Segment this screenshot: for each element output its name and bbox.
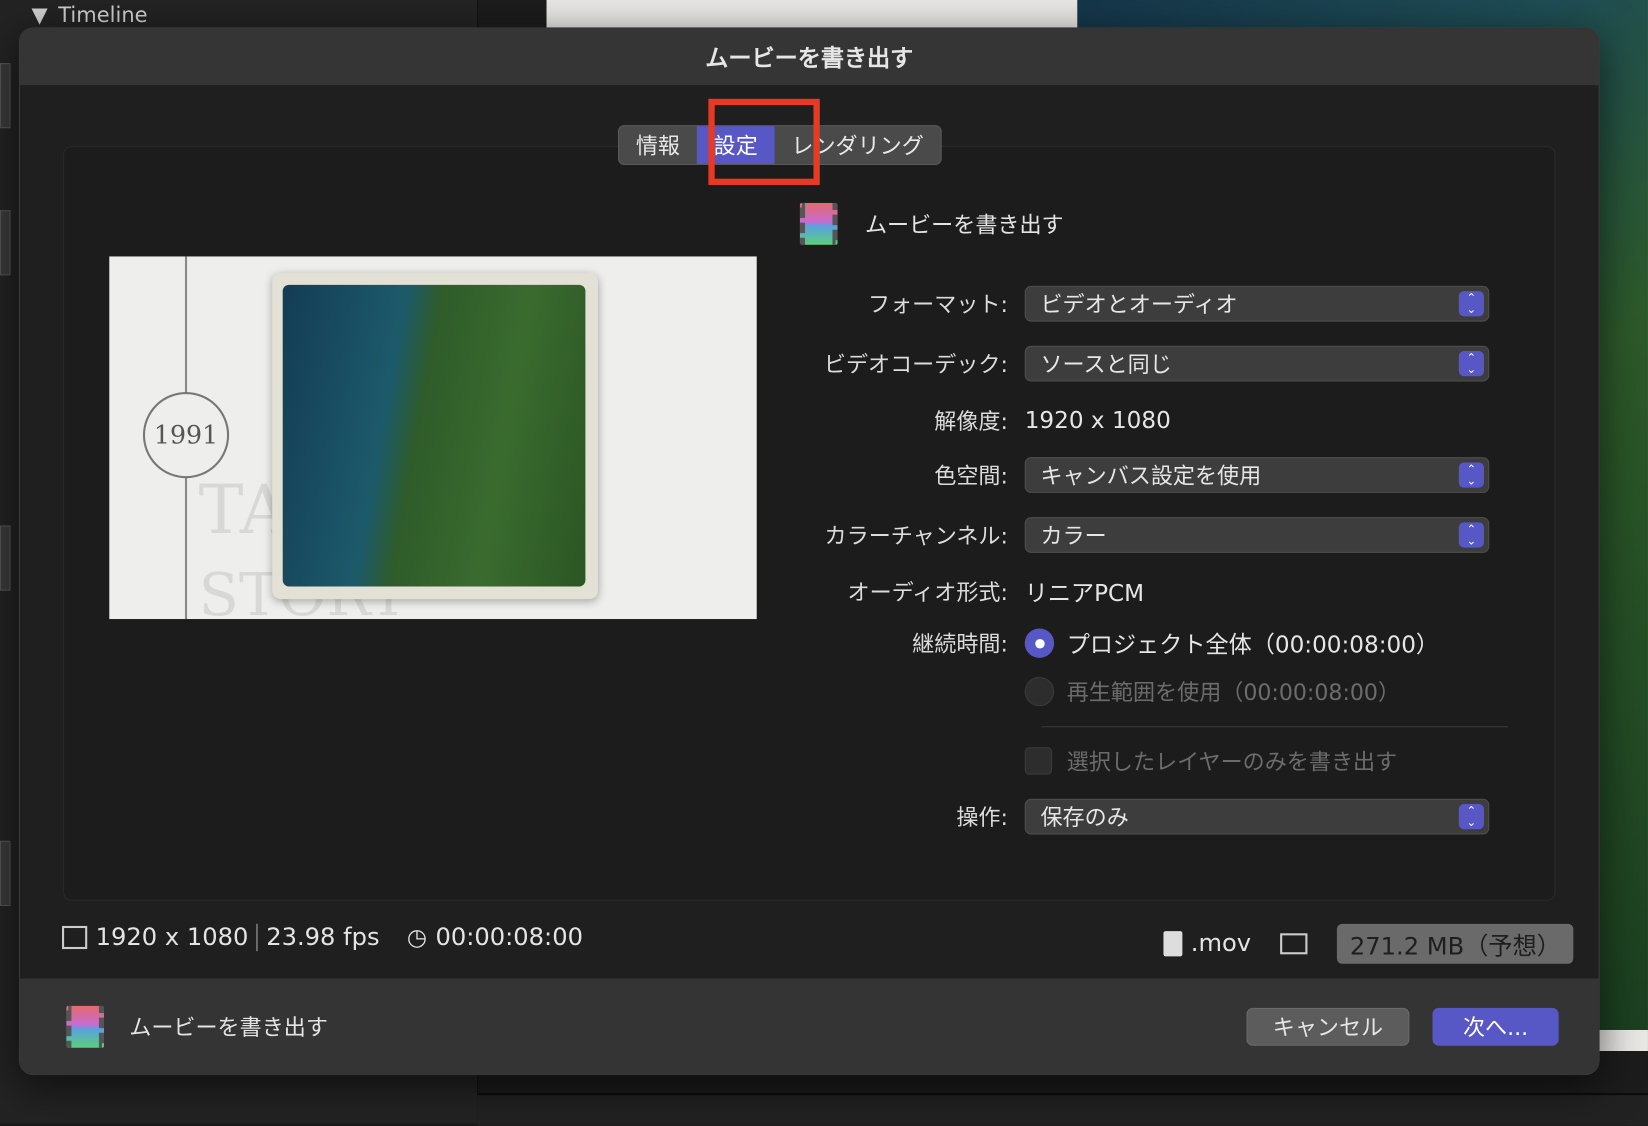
footer-title: ムービーを書き出す bbox=[66, 1005, 328, 1048]
document-icon bbox=[1163, 931, 1183, 957]
action-value: 保存のみ bbox=[1040, 805, 1129, 831]
audio-row: オーディオ形式: リニアPCM bbox=[798, 573, 1523, 611]
export-summary: 1920 x 1080 23.98 fps ◷ 00:00:08:00 bbox=[62, 923, 583, 952]
file-extension: .mov bbox=[1190, 930, 1252, 958]
dialog-title: ムービーを書き出す bbox=[19, 28, 1599, 86]
export-header: ムービーを書き出す bbox=[799, 202, 1064, 245]
disclosure-triangle-icon[interactable]: ▼ bbox=[32, 2, 48, 27]
chevron-updown-icon: ⌃ ⌄ bbox=[1458, 804, 1485, 830]
resolution-row: 解像度: 1920 x 1080 bbox=[798, 401, 1523, 439]
layer-strip bbox=[0, 840, 11, 906]
colorspace-row: 色空間: キャンバス設定を使用 ⌃ ⌄ bbox=[798, 456, 1523, 494]
export-header-label: ムービーを書き出す bbox=[864, 212, 1064, 238]
codec-select[interactable]: ソースと同じ ⌃ ⌄ bbox=[1024, 345, 1490, 382]
radio-entire-project[interactable] bbox=[1024, 628, 1055, 658]
audio-label: オーディオ形式: bbox=[847, 580, 1008, 606]
timeline-header[interactable]: ▼ Timeline bbox=[32, 2, 148, 27]
frame-size-icon bbox=[62, 925, 88, 950]
action-label: 操作: bbox=[956, 805, 1008, 831]
chevron-updown-icon: ⌃ ⌄ bbox=[1458, 522, 1485, 548]
format-select[interactable]: ビデオとオーディオ ⌃ ⌄ bbox=[1024, 285, 1490, 322]
chevron-updown-icon: ⌃ ⌄ bbox=[1458, 351, 1485, 377]
timeline-label: Timeline bbox=[58, 2, 148, 28]
channels-value: カラー bbox=[1040, 523, 1107, 549]
screen: ▼ Timeline ムービーを書き出す 情報 設定 レンダリング ムービーを書き… bbox=[0, 0, 1648, 1126]
cancel-button[interactable]: キャンセル bbox=[1246, 1007, 1410, 1046]
film-icon bbox=[66, 1005, 105, 1048]
duration-label: 継続時間: bbox=[912, 631, 1008, 657]
toolbar bbox=[477, 1093, 1648, 1126]
action-select[interactable]: 保存のみ ⌃ ⌄ bbox=[1024, 798, 1490, 835]
display-icon bbox=[1280, 933, 1308, 955]
colorspace-label: 色空間: bbox=[934, 463, 1008, 489]
radio-play-range[interactable] bbox=[1024, 676, 1055, 707]
channels-label: カラーチャンネル: bbox=[824, 523, 1008, 549]
layer-strip bbox=[0, 210, 11, 276]
codec-label: ビデオコーデック: bbox=[823, 352, 1008, 378]
duration-row-2: 再生範囲を使用（00:00:08:00） bbox=[798, 673, 1523, 711]
channels-row: カラーチャンネル: カラー ⌃ ⌄ bbox=[798, 516, 1523, 554]
year-badge: 1991 bbox=[142, 392, 230, 479]
film-icon bbox=[799, 202, 838, 245]
channels-select[interactable]: カラー ⌃ ⌄ bbox=[1024, 517, 1490, 553]
footer-title-label: ムービーを書き出す bbox=[129, 1015, 328, 1041]
action-row: 操作: 保存のみ ⌃ ⌄ bbox=[798, 798, 1523, 836]
audio-value: リニアPCM bbox=[1024, 581, 1145, 608]
entire-project-label: プロジェクト全体（00:00:08:00） bbox=[1066, 632, 1440, 659]
chevron-updown-icon: ⌃ ⌄ bbox=[1458, 291, 1485, 317]
aerial-photo bbox=[282, 284, 586, 587]
dialog-footer: ムービーを書き出す キャンセル 次へ... bbox=[19, 978, 1599, 1075]
resolution-label: 解像度: bbox=[934, 408, 1008, 435]
highlight-box bbox=[708, 98, 820, 185]
preview-image: 1991 TA STORY bbox=[109, 256, 757, 620]
layers-only-checkbox[interactable] bbox=[1024, 747, 1053, 775]
clock-icon: ◷ bbox=[406, 924, 428, 951]
play-range-label: 再生範囲を使用（00:00:08:00） bbox=[1066, 679, 1401, 706]
format-label: フォーマット: bbox=[868, 292, 1008, 318]
resolution-value: 1920 x 1080 bbox=[1024, 407, 1171, 434]
next-button[interactable]: 次へ... bbox=[1432, 1007, 1559, 1046]
format-row: フォーマット: ビデオとオーディオ ⌃ ⌄ bbox=[798, 285, 1523, 323]
summary-duration: 00:00:08:00 bbox=[435, 923, 583, 952]
codec-value: ソースと同じ bbox=[1040, 352, 1172, 378]
chevron-updown-icon: ⌃ ⌄ bbox=[1458, 462, 1485, 488]
summary-fps: 23.98 fps bbox=[266, 923, 380, 952]
layer-strip bbox=[0, 525, 11, 591]
layers-only-row: 選択したレイヤーのみを書き出す bbox=[798, 742, 1523, 780]
colorspace-value: キャンバス設定を使用 bbox=[1040, 463, 1262, 489]
export-movie-dialog: ムービーを書き出す 情報 設定 レンダリング ムービーを書き出す 1991 TA… bbox=[18, 27, 1600, 1076]
duration-row: 継続時間: プロジェクト全体（00:00:08:00） bbox=[798, 624, 1523, 662]
output-info: .mov 271.2 MB（予想） bbox=[1163, 923, 1574, 964]
divider bbox=[1041, 726, 1509, 728]
colorspace-select[interactable]: キャンバス設定を使用 ⌃ ⌄ bbox=[1024, 457, 1490, 493]
codec-row: ビデオコーデック: ソースと同じ ⌃ ⌄ bbox=[798, 345, 1523, 383]
layers-only-label: 選択したレイヤーのみを書き出す bbox=[1066, 749, 1398, 775]
layer-strip bbox=[0, 63, 11, 129]
estimated-size: 271.2 MB（予想） bbox=[1337, 923, 1574, 964]
summary-resolution: 1920 x 1080 bbox=[95, 923, 249, 952]
format-value: ビデオとオーディオ bbox=[1040, 292, 1238, 318]
tab-info[interactable]: 情報 bbox=[619, 126, 697, 164]
